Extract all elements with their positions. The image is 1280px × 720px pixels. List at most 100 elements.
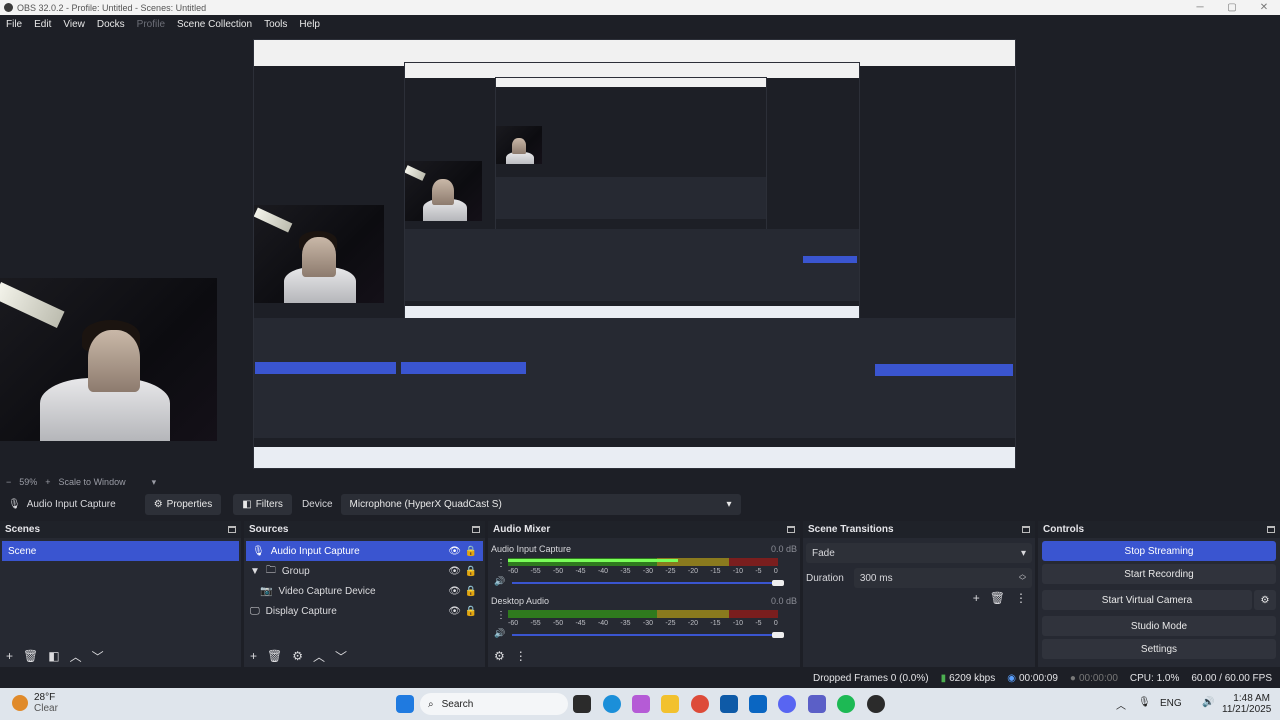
volume-slider[interactable] [512, 634, 778, 636]
tick-label: -60 [508, 568, 519, 575]
menu-dots-icon[interactable]: ⋮ [515, 649, 527, 663]
spotify-icon[interactable] [837, 695, 855, 713]
maximize-icon[interactable]: ▢ [1216, 0, 1248, 15]
selected-source-name: Audio Input Capture [26, 498, 116, 510]
add-icon[interactable]: + [6, 649, 13, 663]
taskbar-search[interactable]: ⌕ Search [420, 693, 568, 715]
tick-label: -40 [597, 568, 609, 575]
volume-knob[interactable] [772, 580, 784, 586]
windows-start-icon[interactable] [396, 695, 414, 713]
chevron-down-icon[interactable]: ▼ [250, 566, 260, 577]
tick-label: -45 [575, 568, 586, 575]
move-down-icon[interactable]: ﹀ [92, 648, 104, 665]
undock-icon[interactable] [1267, 526, 1275, 533]
tick-label: -20 [687, 568, 698, 575]
undock-icon[interactable] [1022, 526, 1030, 533]
lock-icon[interactable]: 🔒 [465, 546, 477, 557]
chevron-down-icon[interactable]: ▾ [152, 477, 157, 488]
gear-icon[interactable]: ⚙ [292, 649, 303, 663]
menu-file[interactable]: File [6, 19, 22, 30]
preview-canvas[interactable] [0, 33, 1280, 475]
filter-icon[interactable]: ◧ [48, 649, 59, 663]
add-icon[interactable]: + [250, 649, 257, 663]
move-up-icon[interactable]: ︿ [313, 648, 325, 665]
eye-icon[interactable]: 👁 [448, 566, 461, 577]
tick-label: -5 [755, 568, 762, 575]
eye-icon[interactable]: 👁 [448, 606, 461, 617]
menu-help[interactable]: Help [299, 19, 320, 30]
menu-scene-collection[interactable]: Scene Collection [177, 19, 252, 30]
volume-slider[interactable] [512, 582, 778, 584]
file-explorer-icon[interactable] [661, 695, 679, 713]
undock-icon[interactable] [228, 526, 236, 533]
meter-segment [656, 610, 730, 618]
lock-icon[interactable]: 🔒 [465, 586, 477, 597]
weather-widget[interactable]: 28°F Clear [12, 692, 58, 714]
move-up-icon[interactable]: ︿ [70, 648, 82, 665]
settings-button[interactable]: Settings [1042, 639, 1276, 659]
teams-icon[interactable] [808, 695, 826, 713]
source-item[interactable]: 🎙 Audio Input Capture 👁 🔒 [246, 541, 483, 561]
undock-icon[interactable] [472, 526, 480, 533]
eye-icon[interactable]: 👁 [448, 546, 461, 557]
speaker-icon[interactable]: 🔊 [1202, 697, 1214, 708]
menu-dots-icon[interactable]: ⋮ [1015, 591, 1027, 605]
channel-menu-icon[interactable]: ⋮ [496, 558, 506, 569]
zoom-out-button[interactable]: − [6, 477, 11, 487]
discord-icon[interactable] [778, 695, 796, 713]
virtual-camera-settings-icon[interactable]: ⚙ [1254, 590, 1276, 610]
source-item[interactable]: ▼ 🗀 Group 👁 🔒 [244, 561, 485, 581]
zoom-in-button[interactable]: + [45, 477, 50, 487]
minimize-icon[interactable]: ─ [1184, 0, 1216, 15]
transition-select[interactable]: Fade ▾ [806, 543, 1032, 563]
scene-item[interactable]: Scene [2, 541, 239, 561]
chevron-down-icon: ▾ [1020, 547, 1026, 559]
store-icon[interactable] [720, 695, 738, 713]
spinner-icon[interactable]: ︿ ﹀ [1019, 571, 1026, 585]
language-indicator[interactable]: ENG [1160, 698, 1182, 709]
outlook-icon[interactable] [749, 695, 767, 713]
move-down-icon[interactable]: ﹀ [335, 648, 347, 665]
filters-button[interactable]: ◧ Filters [233, 493, 292, 515]
trash-icon[interactable]: 🗑 [23, 649, 38, 663]
studio-mode-button[interactable]: Studio Mode [1042, 616, 1276, 636]
edge-icon[interactable] [603, 695, 621, 713]
start-recording-button[interactable]: Start Recording [1042, 564, 1276, 584]
video-capture-source[interactable] [0, 278, 217, 441]
close-icon[interactable]: ✕ [1248, 0, 1280, 15]
display-capture-source[interactable] [253, 39, 1016, 469]
menu-profile[interactable]: Profile [137, 19, 165, 30]
lock-icon[interactable]: 🔒 [465, 566, 477, 577]
trash-icon[interactable]: 🗑 [267, 649, 282, 663]
advanced-audio-icon[interactable]: ⚙ [494, 649, 505, 663]
lock-icon[interactable]: 🔒 [465, 606, 477, 617]
start-virtual-camera-button[interactable]: Start Virtual Camera [1042, 590, 1252, 610]
undock-icon[interactable] [787, 526, 795, 533]
add-icon[interactable]: + [973, 591, 980, 605]
obs-taskbar-icon[interactable] [867, 695, 885, 713]
source-item[interactable]: 📷 Video Capture Device 👁 🔒 [244, 581, 485, 601]
meter-ticks: -60 -55 -50 -45 -40 -35 -30 -25 -20 -15 -10 -5 0 [508, 568, 778, 575]
channel-menu-icon[interactable]: ⋮ [496, 610, 506, 621]
scenes-title: Scenes [5, 524, 41, 535]
duration-input[interactable]: 300 ms ︿ ﹀ [853, 568, 1032, 588]
clock[interactable]: 1:48 AM 11/21/2025 [1222, 693, 1271, 715]
speaker-icon[interactable]: 🔊 [494, 628, 505, 639]
volume-knob[interactable] [772, 632, 784, 638]
menu-tools[interactable]: Tools [264, 19, 287, 30]
properties-button[interactable]: ⚙ Properties [144, 493, 222, 515]
copilot-icon[interactable] [632, 695, 650, 713]
source-item[interactable]: 🖵 Display Capture 👁 🔒 [244, 601, 485, 621]
tray-chevron-icon[interactable]: ︿ [1116, 697, 1126, 712]
eye-icon[interactable]: 👁 [448, 586, 461, 597]
scale-to-window[interactable]: Scale to Window [59, 477, 126, 487]
menu-edit[interactable]: Edit [34, 19, 51, 30]
trash-icon[interactable]: 🗑 [990, 591, 1005, 605]
task-view-icon[interactable] [573, 695, 591, 713]
menu-docks[interactable]: Docks [97, 19, 125, 30]
chrome-icon[interactable] [691, 695, 709, 713]
device-select[interactable]: Microphone (HyperX QuadCast S) ▾ [340, 493, 741, 515]
stop-streaming-button[interactable]: Stop Streaming [1042, 541, 1276, 561]
speaker-icon[interactable]: 🔊 [494, 576, 505, 587]
menu-view[interactable]: View [63, 19, 85, 30]
